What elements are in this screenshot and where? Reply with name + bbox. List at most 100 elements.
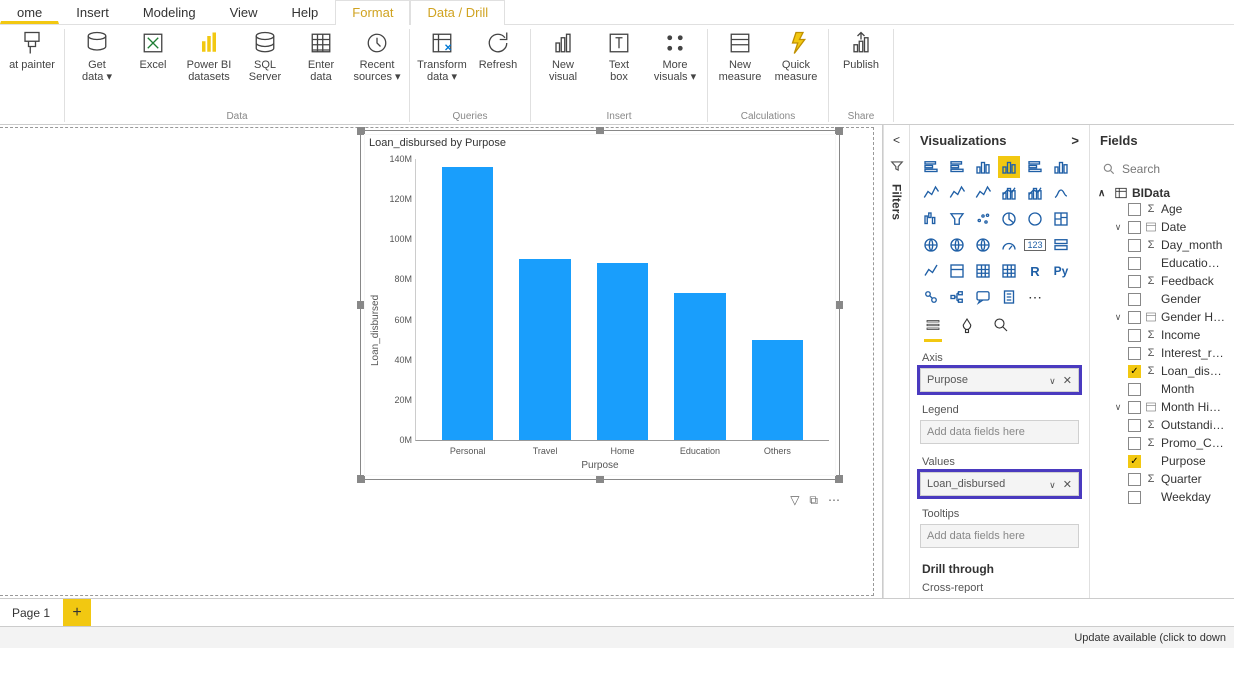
format-painter-button[interactable]: at painter: [8, 29, 56, 71]
viz-pie-icon[interactable]: [998, 208, 1020, 230]
field-checkbox[interactable]: [1128, 347, 1141, 360]
field-genderhie[interactable]: ∨Gender Hie...: [1098, 308, 1226, 326]
field-age[interactable]: ΣAge: [1098, 200, 1226, 218]
viz-python-icon[interactable]: Py: [1050, 260, 1072, 282]
tab-insert[interactable]: Insert: [59, 0, 126, 24]
viz-donut-icon[interactable]: [1024, 208, 1046, 230]
viz-map-icon[interactable]: [920, 234, 942, 256]
axis-dropdown-icon[interactable]: ∨: [1049, 376, 1056, 386]
status-text[interactable]: Update available (click to down: [1074, 632, 1226, 644]
viz-waterfall-icon[interactable]: [920, 208, 942, 230]
filters-label[interactable]: Filters: [890, 184, 904, 220]
axis-remove-icon[interactable]: ✕: [1063, 375, 1072, 387]
viz-line-column2-icon[interactable]: [1024, 182, 1046, 204]
viz-scatter-icon[interactable]: [972, 208, 994, 230]
tab-help[interactable]: Help: [275, 0, 336, 24]
format-paint-tab[interactable]: [958, 316, 976, 342]
viz-paginated-icon[interactable]: [998, 286, 1020, 308]
viz-stacked-bar-icon[interactable]: [920, 156, 942, 178]
field-outstandin[interactable]: ΣOutstandin...: [1098, 416, 1226, 434]
values-dropdown-icon[interactable]: ∨: [1049, 480, 1056, 490]
new-visual-button[interactable]: Newvisual: [539, 29, 587, 83]
text-box-button[interactable]: Textbox: [595, 29, 643, 83]
format-fields-tab[interactable]: [924, 316, 942, 342]
tab-datadrill[interactable]: Data / Drill: [410, 0, 505, 25]
viz-table-icon[interactable]: [972, 260, 994, 282]
viz-line-column-icon[interactable]: [998, 182, 1020, 204]
legend-well[interactable]: Add data fields here: [920, 420, 1079, 444]
report-canvas[interactable]: Loan_disbursed by Purpose Loan_disbursed…: [0, 125, 883, 598]
new-measure-button[interactable]: Newmeasure: [716, 29, 764, 83]
viz-100-bar-icon[interactable]: [1024, 156, 1046, 178]
transform-data-button[interactable]: Transformdata ▾: [418, 29, 466, 83]
viz-100-column-icon[interactable]: [1050, 156, 1072, 178]
get-data-button[interactable]: Getdata ▾: [73, 29, 121, 83]
bar-travel[interactable]: [519, 259, 571, 440]
publish-button[interactable]: Publish: [837, 29, 885, 71]
table-header[interactable]: ∧ BIData: [1098, 186, 1226, 200]
axis-well[interactable]: Purpose ∨ ✕: [920, 368, 1079, 392]
field-checkbox[interactable]: [1128, 491, 1141, 504]
field-checkbox[interactable]: [1128, 383, 1141, 396]
tooltips-well[interactable]: Add data fields here: [920, 524, 1079, 548]
tab-format[interactable]: Format: [335, 0, 410, 25]
field-checkbox[interactable]: [1128, 455, 1141, 468]
refresh-button[interactable]: Refresh: [474, 29, 522, 71]
enter-data-button[interactable]: Enterdata: [297, 29, 345, 83]
values-remove-icon[interactable]: ✕: [1063, 479, 1072, 491]
field-checkbox[interactable]: [1128, 275, 1141, 288]
field-loandisbu[interactable]: ΣLoan_disbu...: [1098, 362, 1226, 380]
viz-treemap-icon[interactable]: [1050, 208, 1072, 230]
viz-r-icon[interactable]: R: [1024, 260, 1046, 282]
bar-personal[interactable]: [442, 167, 494, 440]
bar-home[interactable]: [597, 263, 649, 440]
field-checkbox[interactable]: [1128, 293, 1141, 306]
viz-qna-icon[interactable]: [972, 286, 994, 308]
viz-gauge-icon[interactable]: [998, 234, 1020, 256]
field-checkbox[interactable]: [1128, 239, 1141, 252]
viz-clustered-bar-icon[interactable]: [946, 156, 968, 178]
viz-decomposition-icon[interactable]: [946, 286, 968, 308]
viz-area-icon[interactable]: [946, 182, 968, 204]
field-feedback[interactable]: ΣFeedback: [1098, 272, 1226, 290]
viz-shape-map-icon[interactable]: [972, 234, 994, 256]
fields-search[interactable]: Search: [1098, 160, 1226, 178]
viz-funnel-icon[interactable]: [946, 208, 968, 230]
viz-matrix-icon[interactable]: [998, 260, 1020, 282]
viz-key-influencer-icon[interactable]: [920, 286, 942, 308]
viz-multi-card-icon[interactable]: [1050, 234, 1072, 256]
bar-education[interactable]: [674, 293, 726, 440]
format-analytics-tab[interactable]: [992, 316, 1010, 342]
tab-view[interactable]: View: [213, 0, 275, 24]
field-educationl[interactable]: Education_l...: [1098, 254, 1226, 272]
field-checkbox[interactable]: [1128, 401, 1141, 414]
field-checkbox[interactable]: [1128, 221, 1141, 234]
focus-icon[interactable]: ⧉: [809, 493, 818, 508]
expand-filters-icon[interactable]: <: [893, 133, 900, 147]
viz-stacked-column-icon[interactable]: [972, 156, 994, 178]
field-checkbox[interactable]: [1128, 473, 1141, 486]
field-quarter[interactable]: ΣQuarter: [1098, 470, 1226, 488]
field-checkbox[interactable]: [1128, 419, 1141, 432]
recent-sources-button[interactable]: Recentsources ▾: [353, 29, 401, 83]
viz-filled-map-icon[interactable]: [946, 234, 968, 256]
quick-measure-button[interactable]: Quickmeasure: [772, 29, 820, 83]
field-interestrate[interactable]: ΣInterest_rate: [1098, 344, 1226, 362]
field-checkbox[interactable]: [1128, 365, 1141, 378]
excel-button[interactable]: Excel: [129, 29, 177, 71]
viz-line-icon[interactable]: [920, 182, 942, 204]
chart-visual[interactable]: Loan_disbursed by Purpose Loan_disbursed…: [360, 130, 840, 480]
field-income[interactable]: ΣIncome: [1098, 326, 1226, 344]
field-month[interactable]: Month: [1098, 380, 1226, 398]
field-purpose[interactable]: Purpose: [1098, 452, 1226, 470]
bar-others[interactable]: [752, 340, 804, 440]
filter-icon[interactable]: ▽: [790, 493, 799, 508]
tab-ome[interactable]: ome: [0, 0, 59, 24]
page-tab[interactable]: Page 1: [0, 599, 63, 626]
viz-ribbon-icon[interactable]: [1050, 182, 1072, 204]
collapse-viz-icon[interactable]: >: [1071, 133, 1079, 148]
tab-modeling[interactable]: Modeling: [126, 0, 213, 24]
more-icon[interactable]: ⋯: [828, 493, 840, 508]
field-promoca[interactable]: ΣPromo_Ca...: [1098, 434, 1226, 452]
sql-server-button[interactable]: SQLServer: [241, 29, 289, 83]
